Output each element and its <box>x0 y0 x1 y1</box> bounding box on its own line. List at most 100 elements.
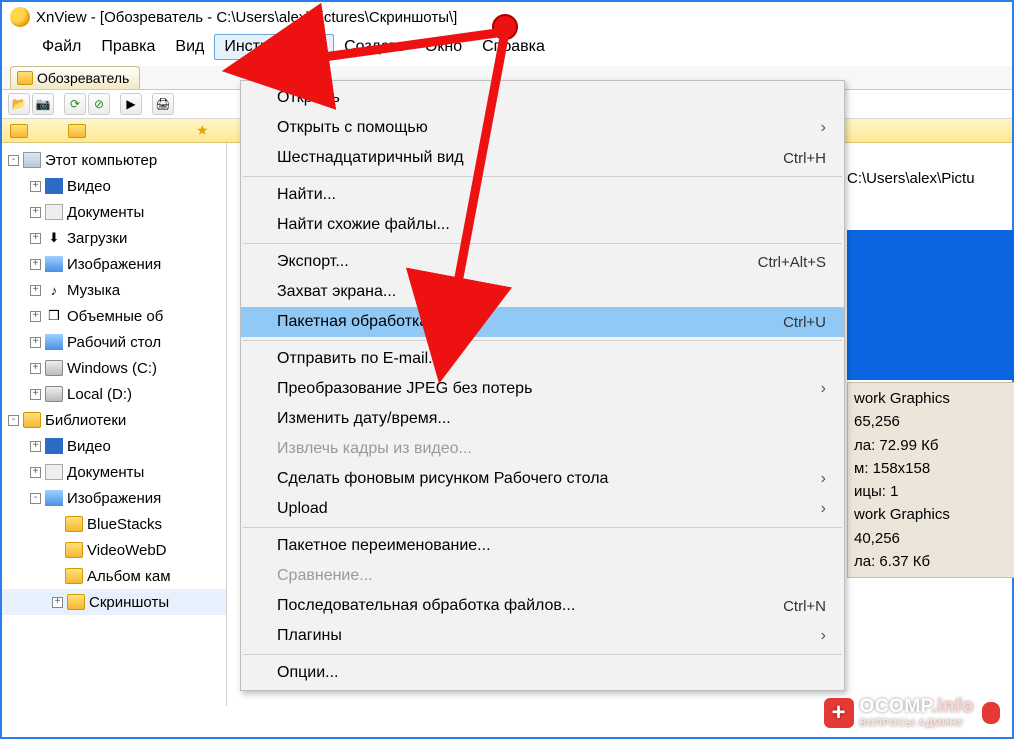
expand-icon[interactable]: + <box>30 363 41 374</box>
tree-label: VideoWebD <box>87 542 167 559</box>
folder-icon <box>17 71 33 85</box>
menu-item-label: Изменить дату/время... <box>277 410 451 428</box>
tab-browser[interactable]: Обозреватель <box>10 66 140 89</box>
expand-icon[interactable]: + <box>30 233 41 244</box>
menu-item[interactable]: Экспорт...Ctrl+Alt+S <box>241 247 844 277</box>
toolbar-acquire-button[interactable]: 📷 <box>32 93 54 115</box>
menu-item[interactable]: Пакетное переименование... <box>241 531 844 561</box>
menu-item: Сравнение... <box>241 561 844 591</box>
thumbnail-selected[interactable] <box>847 230 1014 380</box>
toolbar-refresh-button[interactable]: ⟳ <box>64 93 86 115</box>
tree-item[interactable]: +⬇Загрузки <box>2 225 226 251</box>
tree-item[interactable]: +Скриншоты <box>2 589 226 615</box>
menu-item: Извлечь кадры из видео... <box>241 434 844 464</box>
menu-item[interactable]: Отправить по E-mail... <box>241 344 844 374</box>
tree-item[interactable]: + Видео <box>2 433 226 459</box>
tree-item[interactable]: +Документы <box>2 459 226 485</box>
expand-icon[interactable]: + <box>30 337 41 348</box>
menu-справка[interactable]: Справка <box>472 34 555 60</box>
menu-shortcut: Ctrl+U <box>783 314 826 331</box>
doc-icon <box>45 204 63 220</box>
menu-item-label: Сравнение... <box>277 567 373 585</box>
collapse-icon[interactable]: - <box>8 155 19 166</box>
tree-item[interactable]: Альбом кам <box>2 563 226 589</box>
expand-icon[interactable]: + <box>30 285 41 296</box>
tree-item[interactable]: BlueStacks <box>2 511 226 537</box>
menu-item[interactable]: Изменить дату/время... <box>241 404 844 434</box>
expand-icon[interactable]: + <box>30 259 41 270</box>
tree-item[interactable]: + ♪Музыка <box>2 277 226 303</box>
property-line: ла: 6.37 Кб <box>854 550 1014 573</box>
expand-icon[interactable]: + <box>30 441 41 452</box>
menu-item[interactable]: Открыть с помощью› <box>241 113 844 143</box>
favorites-icon[interactable] <box>68 124 86 138</box>
expand-icon[interactable]: + <box>30 311 41 322</box>
menu-item[interactable]: Пакетная обработка... Ctrl+U <box>241 307 844 337</box>
menu-item[interactable]: Сделать фоновым рисунком Рабочего стола› <box>241 464 844 494</box>
tree-label: Видео <box>67 438 111 455</box>
menu-item-label: Найти схожие файлы... <box>277 216 450 234</box>
tree-item[interactable]: VideoWebD <box>2 537 226 563</box>
collapse-icon[interactable]: - <box>30 493 41 504</box>
collapse-icon[interactable]: - <box>8 415 19 426</box>
toolbar-stop-button[interactable]: ⊘ <box>88 93 110 115</box>
tree-item[interactable]: +Windows (C:) <box>2 355 226 381</box>
folder-icon <box>65 516 83 532</box>
menu-item[interactable]: Преобразование JPEG без потерь› <box>241 374 844 404</box>
expand-icon[interactable]: + <box>30 181 41 192</box>
menu-item[interactable]: Upload› <box>241 494 844 524</box>
menu-item-label: Шестнадцатиричный вид <box>277 149 464 167</box>
menu-item[interactable]: Захват экрана... <box>241 277 844 307</box>
menu-item[interactable]: Шестнадцатиричный видCtrl+H <box>241 143 844 173</box>
window-title: XnView - [Обозреватель - C:\Users\alex\P… <box>36 9 457 26</box>
plus-icon: + <box>824 698 854 728</box>
menu-вид[interactable]: Вид <box>165 34 214 60</box>
tree-item[interactable]: -Этот компьютер <box>2 147 226 173</box>
music-icon: ♪ <box>45 282 63 298</box>
menu-item[interactable]: Найти схожие файлы... <box>241 210 844 240</box>
expand-icon[interactable]: + <box>52 597 63 608</box>
menu-item-label: Найти... <box>277 186 336 204</box>
menu-separator <box>243 243 842 244</box>
favorites-icon[interactable] <box>10 124 28 138</box>
expand-icon[interactable]: + <box>30 467 41 478</box>
drive-icon <box>45 386 63 402</box>
img-icon <box>45 490 63 506</box>
menu-правка[interactable]: Правка <box>91 34 165 60</box>
toolbar-forward-button[interactable]: ▶ <box>120 93 142 115</box>
tree-item[interactable]: +Документы <box>2 199 226 225</box>
menu-item-label: Опции... <box>277 664 338 682</box>
folder-icon <box>23 412 41 428</box>
tree-label: Музыка <box>67 282 120 299</box>
star-icon[interactable]: ★ <box>196 122 209 139</box>
menu-item[interactable]: Плагины› <box>241 621 844 651</box>
tree-item[interactable]: +Видео <box>2 173 226 199</box>
expand-icon[interactable]: + <box>30 207 41 218</box>
menu-item[interactable]: Открыть <box>241 83 844 113</box>
tree-item[interactable]: -Изображения <box>2 485 226 511</box>
menu-создать[interactable]: Создать <box>334 34 415 60</box>
chevron-right-icon: › <box>821 500 826 518</box>
expand-icon[interactable]: + <box>30 389 41 400</box>
chevron-right-icon: › <box>821 119 826 137</box>
tree-label: BlueStacks <box>87 516 162 533</box>
property-line: work Graphics <box>854 387 1014 410</box>
tree-item[interactable]: -Библиотеки <box>2 407 226 433</box>
mouse-icon <box>980 700 1002 726</box>
menu-инструменты[interactable]: Инструменты <box>214 34 334 60</box>
menu-файл[interactable]: Файл <box>32 34 91 60</box>
menu-item-label: Пакетная обработка... <box>277 313 442 331</box>
tree-item[interactable]: +Изображения <box>2 251 226 277</box>
menu-item[interactable]: Найти... <box>241 180 844 210</box>
menu-окно[interactable]: Окно <box>415 34 472 60</box>
folder-tree[interactable]: -Этот компьютер+Видео+Документы+⬇Загрузк… <box>2 143 227 706</box>
menu-item[interactable]: Последовательная обработка файлов...Ctrl… <box>241 591 844 621</box>
toolbar-print-button[interactable]: 🖨 <box>152 93 174 115</box>
menu-item[interactable]: Опции... <box>241 658 844 688</box>
toolbar-open-button[interactable]: 📂 <box>8 93 30 115</box>
tree-item[interactable]: +Local (D:) <box>2 381 226 407</box>
menu-item-label: Плагины <box>277 627 342 645</box>
tree-item[interactable]: +Рабочий стол <box>2 329 226 355</box>
tree-item[interactable]: +❒Объемные об <box>2 303 226 329</box>
pc-icon <box>23 152 41 168</box>
